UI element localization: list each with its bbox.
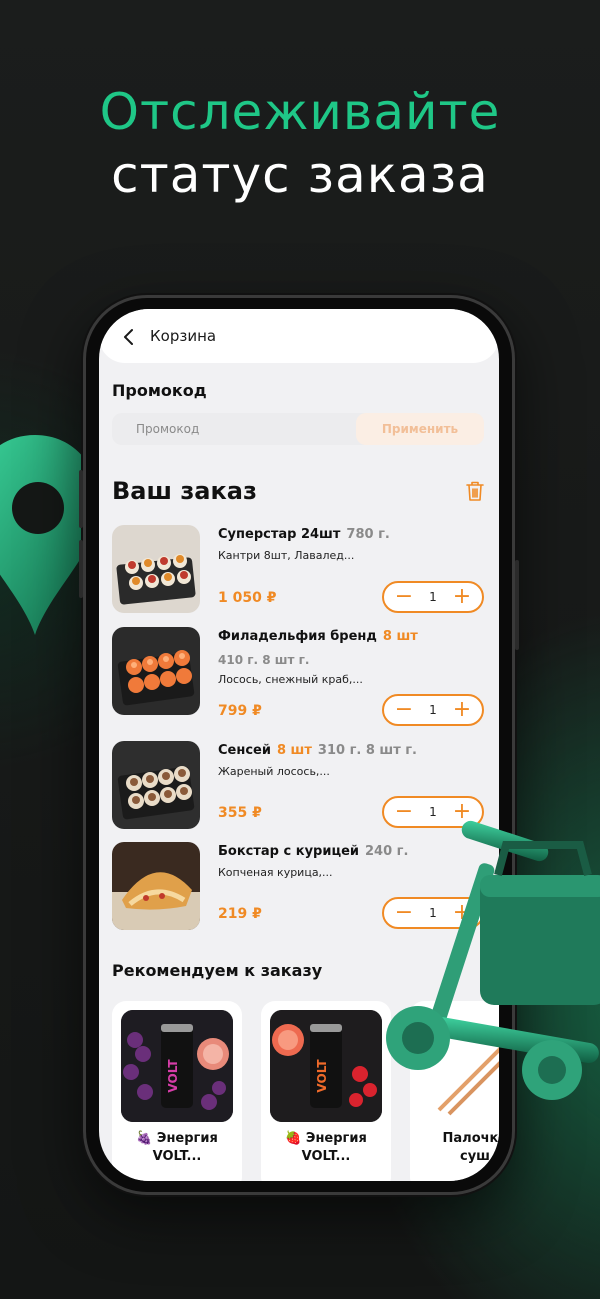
chevron-left-icon[interactable]: [119, 327, 139, 347]
cart-item: Филадельфия бренд 8 шт 410 г. 8 шт г. Лос…: [112, 627, 487, 726]
recommend-card[interactable]: VOLT 🍇 Энергия VOLT...: [112, 1001, 242, 1181]
item-description: Кантри 8шт, Лавалед...: [218, 549, 355, 562]
product-image: [112, 525, 200, 613]
promo-label: Промокод: [112, 381, 207, 400]
quantity-value: 1: [429, 590, 437, 604]
recommend-card[interactable]: VOLT 🍓 Энергия VOLT...: [261, 1001, 391, 1181]
item-pieces: 8 шт: [382, 629, 418, 644]
product-image: [112, 741, 200, 829]
svg-text:VOLT: VOLT: [315, 1059, 329, 1093]
page-title: Корзина: [150, 327, 217, 345]
item-weight: 310 г. 8 шт г.: [317, 743, 417, 758]
phone-side-button: [79, 470, 83, 528]
strawberry-icon: 🍓: [285, 1131, 302, 1146]
item-title: Суперстар 24шт 780 г.: [218, 527, 390, 542]
item-pieces: 8 шт: [276, 743, 312, 758]
phone-side-button: [515, 560, 519, 650]
item-title: Сенсей 8 шт 310 г. 8 шт г.: [218, 743, 417, 758]
quantity-value: 1: [429, 703, 437, 717]
recommend-name: 🍓 Энергия VOLT...: [285, 1131, 367, 1164]
item-title: Филадельфия бренд 8 шт: [218, 629, 418, 644]
trash-icon[interactable]: [465, 480, 485, 502]
headline-line-1: Отслеживайте: [99, 83, 501, 141]
quantity-stepper: − 1 +: [382, 694, 484, 726]
item-name: Суперстар 24шт: [218, 527, 341, 542]
increase-button[interactable]: +: [446, 583, 478, 611]
headline-line-2: статус заказа: [111, 146, 489, 204]
item-price: 355 ₽: [218, 805, 262, 821]
item-price: 219 ₽: [218, 906, 262, 922]
product-image: VOLT: [121, 1010, 233, 1122]
product-image: VOLT: [270, 1010, 382, 1122]
item-weight: 410 г. 8 шт г.: [218, 653, 310, 667]
item-price: 799 ₽: [218, 703, 262, 719]
item-price: 1 050 ₽: [218, 590, 277, 606]
item-weight: 780 г.: [346, 527, 390, 542]
promo-input[interactable]: Промокод Применить: [112, 413, 484, 445]
decrease-button[interactable]: −: [388, 696, 420, 724]
item-description: Копченая курица,...: [218, 866, 333, 879]
product-image: [112, 627, 200, 715]
svg-text:VOLT: VOLT: [166, 1059, 180, 1093]
cart-item: Суперстар 24шт 780 г. Кантри 8шт, Лавалед…: [112, 525, 487, 617]
item-name: Бокстар с курицей: [218, 844, 360, 859]
item-description: Жареный лосось,...: [218, 765, 330, 778]
decrease-button[interactable]: −: [388, 583, 420, 611]
top-bar: Корзина: [99, 309, 499, 363]
apply-promo-button[interactable]: Применить: [356, 413, 484, 445]
increase-button[interactable]: +: [446, 696, 478, 724]
recommend-name: 🍇 Энергия VOLT...: [136, 1131, 218, 1164]
promo-placeholder: Промокод: [136, 422, 200, 436]
grape-icon: 🍇: [136, 1131, 153, 1146]
item-name: Сенсей: [218, 743, 271, 758]
order-title: Ваш заказ: [112, 477, 257, 505]
recommend-title: Рекомендуем к заказу: [112, 961, 323, 980]
item-description: Лосось, снежный краб,...: [218, 673, 363, 686]
item-name: Филадельфия бренд: [218, 629, 377, 644]
product-image: [112, 842, 200, 930]
delivery-scooter-icon: [386, 820, 600, 1100]
quantity-value: 1: [429, 805, 437, 819]
quantity-stepper: − 1 +: [382, 581, 484, 613]
phone-side-button: [79, 540, 83, 598]
